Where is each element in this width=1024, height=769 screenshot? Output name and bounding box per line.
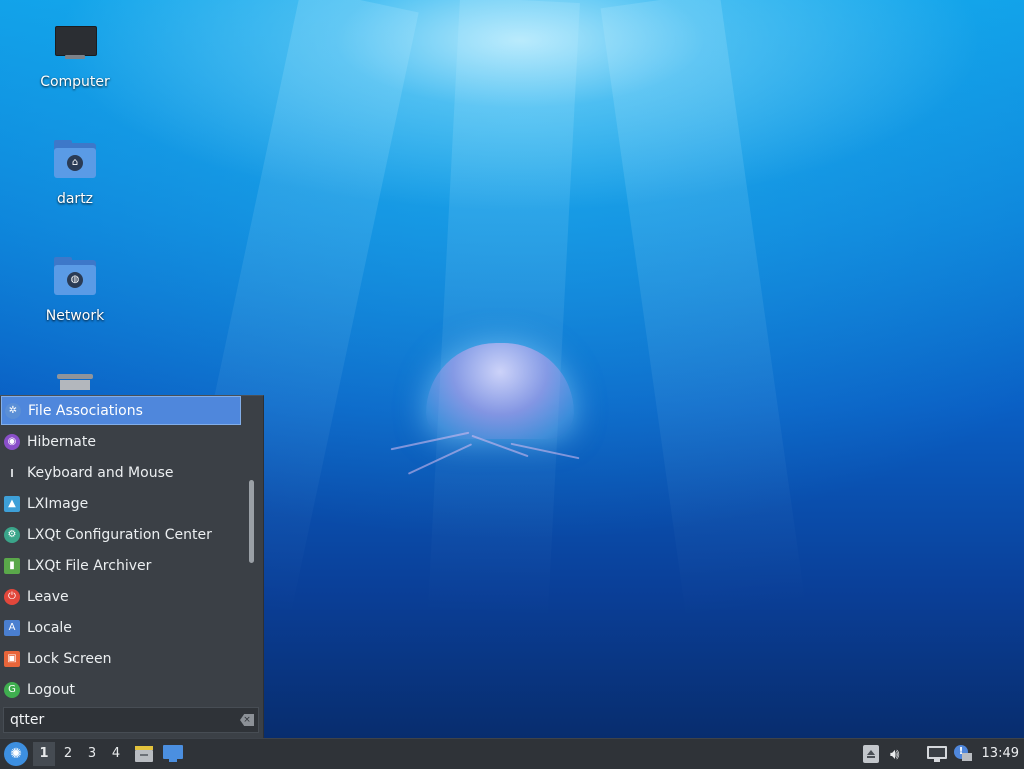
desktop-switch-1[interactable]: 1 [33,742,55,766]
network-status-icon[interactable] [927,745,947,763]
menu-item-lxqt-config[interactable]: ⚙ LXQt Configuration Center [1,520,241,549]
lximage-icon: ▲ [4,495,20,512]
menu-item-locale[interactable]: A Locale [1,613,241,642]
menu-item-leave[interactable]: ⏻ Leave [1,582,241,611]
menu-item-keyboard-mouse[interactable]: Keyboard and Mouse [1,458,241,487]
menu-item-file-archiver[interactable]: ▮ LXQt File Archiver [1,551,241,580]
file-archiver-icon: ▮ [4,557,20,574]
menu-item-lock-screen[interactable]: ▣ Lock Screen [1,644,241,673]
desktop-icon-network[interactable]: ◍ Network [20,254,130,324]
application-menu: ✲ File Associations ◉ Hibernate Keyboard… [0,395,264,739]
desktop-switch-2[interactable]: 2 [57,742,79,766]
taskbar: ✺ 1 2 3 4 🔊︎ ! 13:49 [0,738,1024,769]
menu-scrollbar[interactable] [249,480,254,563]
desktop-icon-home[interactable]: ⌂ dartz [20,137,130,207]
network-folder-icon: ◍ [51,254,99,302]
clock[interactable]: 13:49 [982,739,1019,769]
menu-item-label: File Associations [28,402,143,419]
desktop-icon-label: Network [45,308,105,324]
lxqt-config-icon: ⚙ [4,526,20,543]
menu-item-label: LXImage [27,495,89,512]
keyboard-mouse-icon [4,465,20,481]
menu-search-input[interactable] [4,711,232,729]
lock-icon: ▣ [4,650,20,667]
menu-item-file-associations[interactable]: ✲ File Associations [1,396,241,425]
menu-item-logout[interactable]: G Logout [1,675,241,704]
locale-icon: A [4,619,20,636]
menu-item-hibernate[interactable]: ◉ Hibernate [1,427,241,456]
desktop-icon-label: Computer [40,74,110,90]
notification-icon[interactable]: ! [954,745,972,763]
home-folder-icon: ⌂ [51,137,99,185]
menu-item-label: Logout [27,681,75,698]
light-ray [427,0,580,623]
desktop-switch-4[interactable]: 4 [105,742,127,766]
logout-icon: G [4,681,20,698]
desktop-icon-label: dartz [56,191,94,207]
menu-item-label: Locale [27,619,72,636]
computer-icon [51,20,99,68]
removable-media-icon[interactable] [862,745,880,763]
file-manager-icon[interactable] [134,744,154,764]
show-desktop-icon[interactable] [163,745,183,762]
light-ray [600,0,806,623]
clear-search-icon[interactable]: × [240,714,254,726]
menu-item-label: Keyboard and Mouse [27,464,174,481]
menu-item-label: LXQt File Archiver [27,557,152,574]
power-icon: ⏻ [4,588,20,605]
menu-item-label: Leave [27,588,69,605]
menu-item-lximage[interactable]: ▲ LXImage [1,489,241,518]
hibernate-icon: ◉ [4,433,20,450]
menu-item-label: Hibernate [27,433,96,450]
desktop-switch-3[interactable]: 3 [81,742,103,766]
start-menu-button[interactable]: ✺ [4,742,28,766]
menu-search-box: × [3,707,259,733]
menu-item-label: Lock Screen [27,650,112,667]
file-associations-icon: ✲ [5,402,21,419]
volume-icon[interactable]: 🔊︎ [890,745,908,763]
desktop-icon-computer[interactable]: Computer [20,20,130,90]
menu-item-label: LXQt Configuration Center [27,526,212,543]
